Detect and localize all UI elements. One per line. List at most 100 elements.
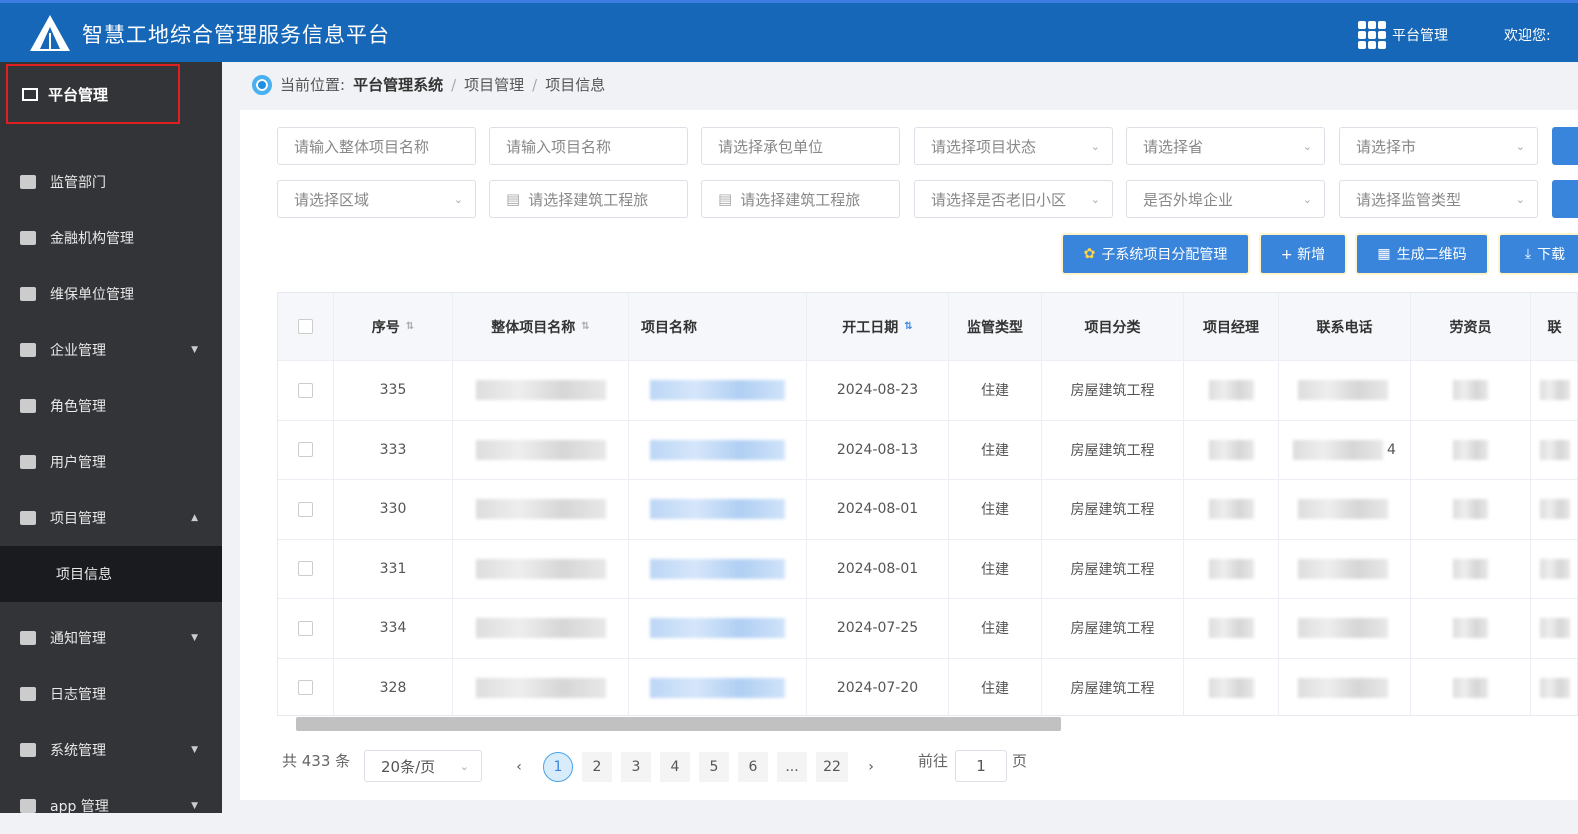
breadcrumb-item: 项目信息	[545, 76, 606, 94]
qrcode-icon: ▦	[1377, 246, 1391, 262]
chevron-down-icon: ⌄	[1302, 139, 1312, 153]
redacted-cell	[475, 558, 606, 579]
filter-field[interactable]: 请选择省 ⌄	[1126, 127, 1325, 165]
table-row[interactable]: 334 2024-07-25 住建 房屋建筑工程	[278, 599, 1577, 659]
sidebar-item-label: 日志管理	[50, 687, 106, 703]
generate-qrcode-button[interactable]: ▦ 生成二维码	[1357, 235, 1487, 273]
filter-field[interactable]: 请选择市 ⌄	[1339, 127, 1538, 165]
page-button[interactable]: 6	[738, 752, 768, 782]
sort-icon[interactable]: ⇅	[904, 321, 912, 332]
row-checkbox[interactable]	[298, 501, 313, 517]
platform-menu[interactable]: 平台管理	[1358, 21, 1448, 49]
filter-field[interactable]: 请输入整体项目名称	[277, 127, 476, 165]
button-label: + 新增	[1280, 247, 1326, 263]
redacted-cell	[1208, 618, 1254, 639]
breadcrumb-item[interactable]: 平台管理系统	[353, 74, 443, 95]
page-button[interactable]: 22	[816, 752, 848, 782]
column-header: 劳资员	[1411, 293, 1531, 360]
sidebar-item[interactable]: 角色管理	[0, 378, 222, 434]
filter-field[interactable]: 请输入项目名称	[489, 127, 688, 165]
project-name-link[interactable]	[650, 618, 785, 639]
sort-icon[interactable]: ⇅	[581, 321, 589, 332]
select-all-checkbox[interactable]	[298, 319, 313, 334]
filter-field[interactable]: 请选择区域 ⌄	[277, 180, 476, 218]
row-checkbox[interactable]	[298, 442, 313, 458]
filter-field[interactable]: ▤ 请选择建筑工程旅	[489, 180, 688, 218]
row-checkbox[interactable]	[298, 680, 313, 696]
cell-start-date: 2024-08-13	[807, 420, 949, 479]
sidebar-item[interactable]: 系统管理 ▼	[0, 722, 222, 778]
sidebar-item[interactable]: 企业管理 ▼	[0, 322, 222, 378]
column-header-label: 劳资员	[1449, 319, 1492, 336]
filter-field[interactable]: 请选择项目状态 ⌄	[914, 127, 1113, 165]
table-row[interactable]: 335 2024-08-23 住建 房屋建筑工程	[278, 361, 1577, 421]
add-button[interactable]: + 新增	[1261, 235, 1345, 273]
redacted-cell	[1453, 439, 1488, 460]
sidebar-item-label: 维保单位管理	[50, 287, 134, 303]
sidebar-item[interactable]: app 管理 ▼	[0, 778, 222, 834]
sidebar-item-label: 监管部门	[50, 175, 106, 191]
next-page-button[interactable]: ›	[856, 752, 886, 782]
cell-supervision-type: 住建	[949, 480, 1042, 539]
redacted-cell	[1539, 558, 1570, 579]
reset-button[interactable]	[1552, 180, 1578, 218]
cell-category: 房屋建筑工程	[1042, 539, 1184, 598]
sort-icon[interactable]: ⇅	[406, 321, 414, 332]
top-bar: 智慧工地综合管理服务信息平台 平台管理 欢迎您:	[0, 0, 1578, 62]
project-name-link[interactable]	[650, 677, 785, 698]
cell-supervision-type: 住建	[949, 599, 1042, 658]
filter-placeholder: 请选择承包单位	[718, 137, 824, 156]
row-checkbox[interactable]	[298, 382, 313, 398]
goto-page-input[interactable]: 1	[955, 750, 1007, 782]
filter-field[interactable]: 请选择是否老旧小区 ⌄	[914, 180, 1113, 218]
sidebar-item[interactable]: 用户管理	[0, 434, 222, 490]
cell-supervision-type: 住建	[949, 361, 1042, 420]
page-button[interactable]: ...	[777, 752, 807, 782]
page-button[interactable]: 3	[621, 752, 651, 782]
sidebar-item[interactable]: 通知管理 ▼	[0, 610, 222, 666]
filter-field[interactable]: 请选择承包单位	[701, 127, 900, 165]
horizontal-scrollbar[interactable]	[296, 717, 1061, 731]
prev-page-button[interactable]: ‹	[504, 752, 534, 782]
filter-field[interactable]: 请选择监管类型 ⌄	[1339, 180, 1538, 218]
chevron-down-icon: ⌄	[1302, 192, 1312, 206]
project-name-link[interactable]	[650, 439, 785, 460]
menu-icon	[20, 743, 36, 757]
table-row[interactable]: 333 2024-08-13 住建 房屋建筑工程 4	[278, 420, 1577, 480]
sidebar-item[interactable]: 监管部门	[0, 154, 222, 210]
sidebar-item[interactable]: 金融机构管理	[0, 210, 222, 266]
project-name-link[interactable]	[650, 380, 785, 401]
filter-field[interactable]: 是否外埠企业 ⌄	[1126, 180, 1325, 218]
row-checkbox[interactable]	[298, 620, 313, 636]
menu-icon	[20, 343, 36, 357]
table-row[interactable]: 331 2024-08-01 住建 房屋建筑工程	[278, 539, 1577, 599]
page-button[interactable]: 1	[543, 752, 573, 782]
sidebar-item[interactable]: 维保单位管理	[0, 266, 222, 322]
project-name-link[interactable]	[650, 558, 785, 579]
sidebar-header-label: 平台管理	[48, 85, 109, 104]
sidebar-item[interactable]: 项目信息	[0, 546, 222, 602]
page-button[interactable]: 2	[582, 752, 612, 782]
sidebar-item[interactable]: 日志管理	[0, 666, 222, 722]
cell-start-date: 2024-08-01	[807, 539, 949, 598]
filter-field[interactable]: ▤ 请选择建筑工程旅	[701, 180, 900, 218]
redacted-cell	[1453, 499, 1488, 520]
breadcrumb-item[interactable]: 项目管理	[464, 74, 524, 95]
sidebar-item[interactable]: 项目管理 ▲	[0, 490, 222, 546]
page-button[interactable]: 4	[660, 752, 690, 782]
sidebar-header[interactable]: 平台管理	[6, 64, 180, 124]
subsystem-assign-button[interactable]: ✿ 子系统项目分配管理	[1063, 235, 1248, 273]
page-button[interactable]: 5	[699, 752, 729, 782]
caret-icon: ▲	[191, 513, 198, 523]
caret-icon: ▼	[191, 801, 198, 811]
search-button[interactable]	[1552, 127, 1578, 165]
redacted-cell	[1453, 380, 1488, 401]
table-row[interactable]: 328 2024-07-20 住建 房屋建筑工程	[278, 658, 1577, 715]
menu-icon	[20, 511, 36, 525]
download-button[interactable]: ⤓ 下载	[1500, 235, 1578, 273]
project-name-link[interactable]	[650, 499, 785, 520]
redacted-cell	[1297, 380, 1388, 401]
page-size-select[interactable]: 20条/页 ⌄	[364, 750, 482, 782]
row-checkbox[interactable]	[298, 561, 313, 577]
table-row[interactable]: 330 2024-08-01 住建 房屋建筑工程	[278, 480, 1577, 540]
